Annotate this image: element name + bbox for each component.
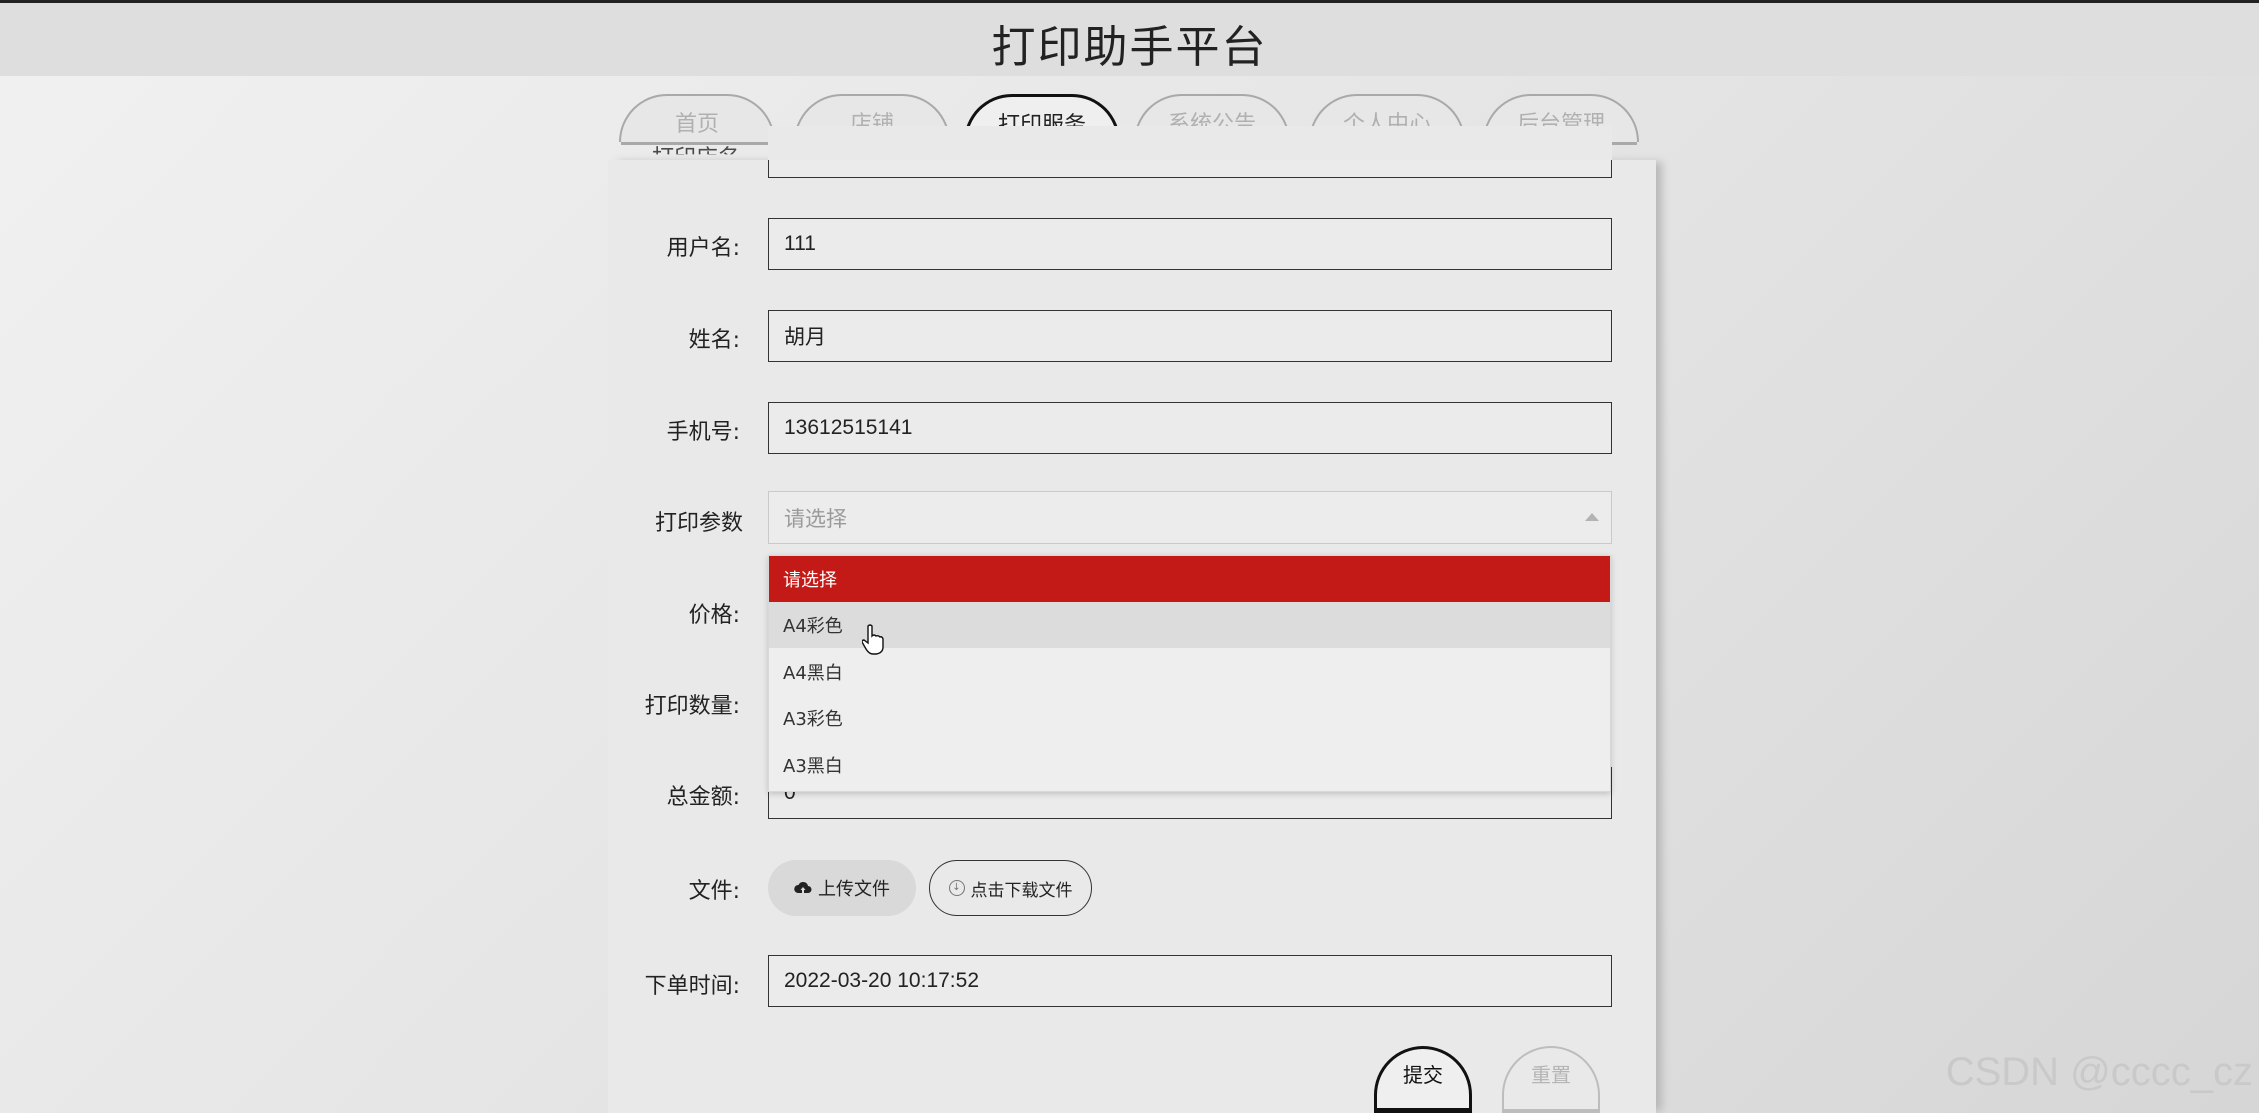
dropdown-option[interactable]: A4彩色 (769, 602, 1610, 648)
order-time-field[interactable]: 2022-03-20 10:17:52 (768, 955, 1612, 1007)
select-placeholder: 请选择 (784, 506, 847, 531)
tab-label: 首页 (674, 112, 719, 137)
dropdown-option[interactable]: 请选择 (769, 556, 1610, 602)
name-label: 姓名: (688, 328, 740, 353)
file-label: 文件: (688, 879, 740, 904)
download-file-button[interactable]: ↓ 点击下载文件 (929, 860, 1092, 916)
order-time-label: 下单时间: (644, 974, 740, 999)
username-label: 用户名: (666, 236, 740, 261)
print-params-dropdown: 请选择 A4彩色 A4黑白 A3彩色 A3黑白 (768, 555, 1611, 792)
total-label: 总金额: (666, 785, 740, 810)
download-label: 点击下载文件 (970, 880, 1073, 901)
quantity-label: 打印数量: (644, 694, 740, 719)
print-params-label: 打印参数 (654, 511, 743, 536)
app-title: 打印助手平台 (991, 22, 1268, 73)
name-field[interactable]: 胡月 (768, 310, 1612, 362)
price-label: 价格: (688, 603, 740, 628)
phone-field[interactable]: 13612515141 (768, 402, 1612, 454)
download-circle-icon: ↓ (948, 880, 965, 896)
header-bar: 打印助手平台 (0, 0, 2259, 76)
upload-file-button[interactable]: 上传文件 (768, 860, 916, 916)
caret-up-icon (1585, 513, 1599, 521)
clip-cover (768, 126, 1612, 160)
print-params-select[interactable]: 请选择 (768, 491, 1612, 544)
dropdown-option[interactable]: A4黑白 (769, 649, 1610, 695)
dropdown-option[interactable]: A3彩色 (769, 695, 1610, 741)
upload-label: 上传文件 (818, 879, 890, 900)
watermark: CSDN @cccc_cz (1945, 1050, 2253, 1094)
phone-label: 手机号: (666, 420, 740, 445)
tab-home[interactable]: 首页 (619, 94, 775, 145)
dropdown-option[interactable]: A3黑白 (769, 742, 1610, 788)
cloud-upload-icon (794, 881, 812, 893)
username-field[interactable]: 111 (768, 218, 1612, 270)
hand-cursor-icon (862, 624, 884, 655)
